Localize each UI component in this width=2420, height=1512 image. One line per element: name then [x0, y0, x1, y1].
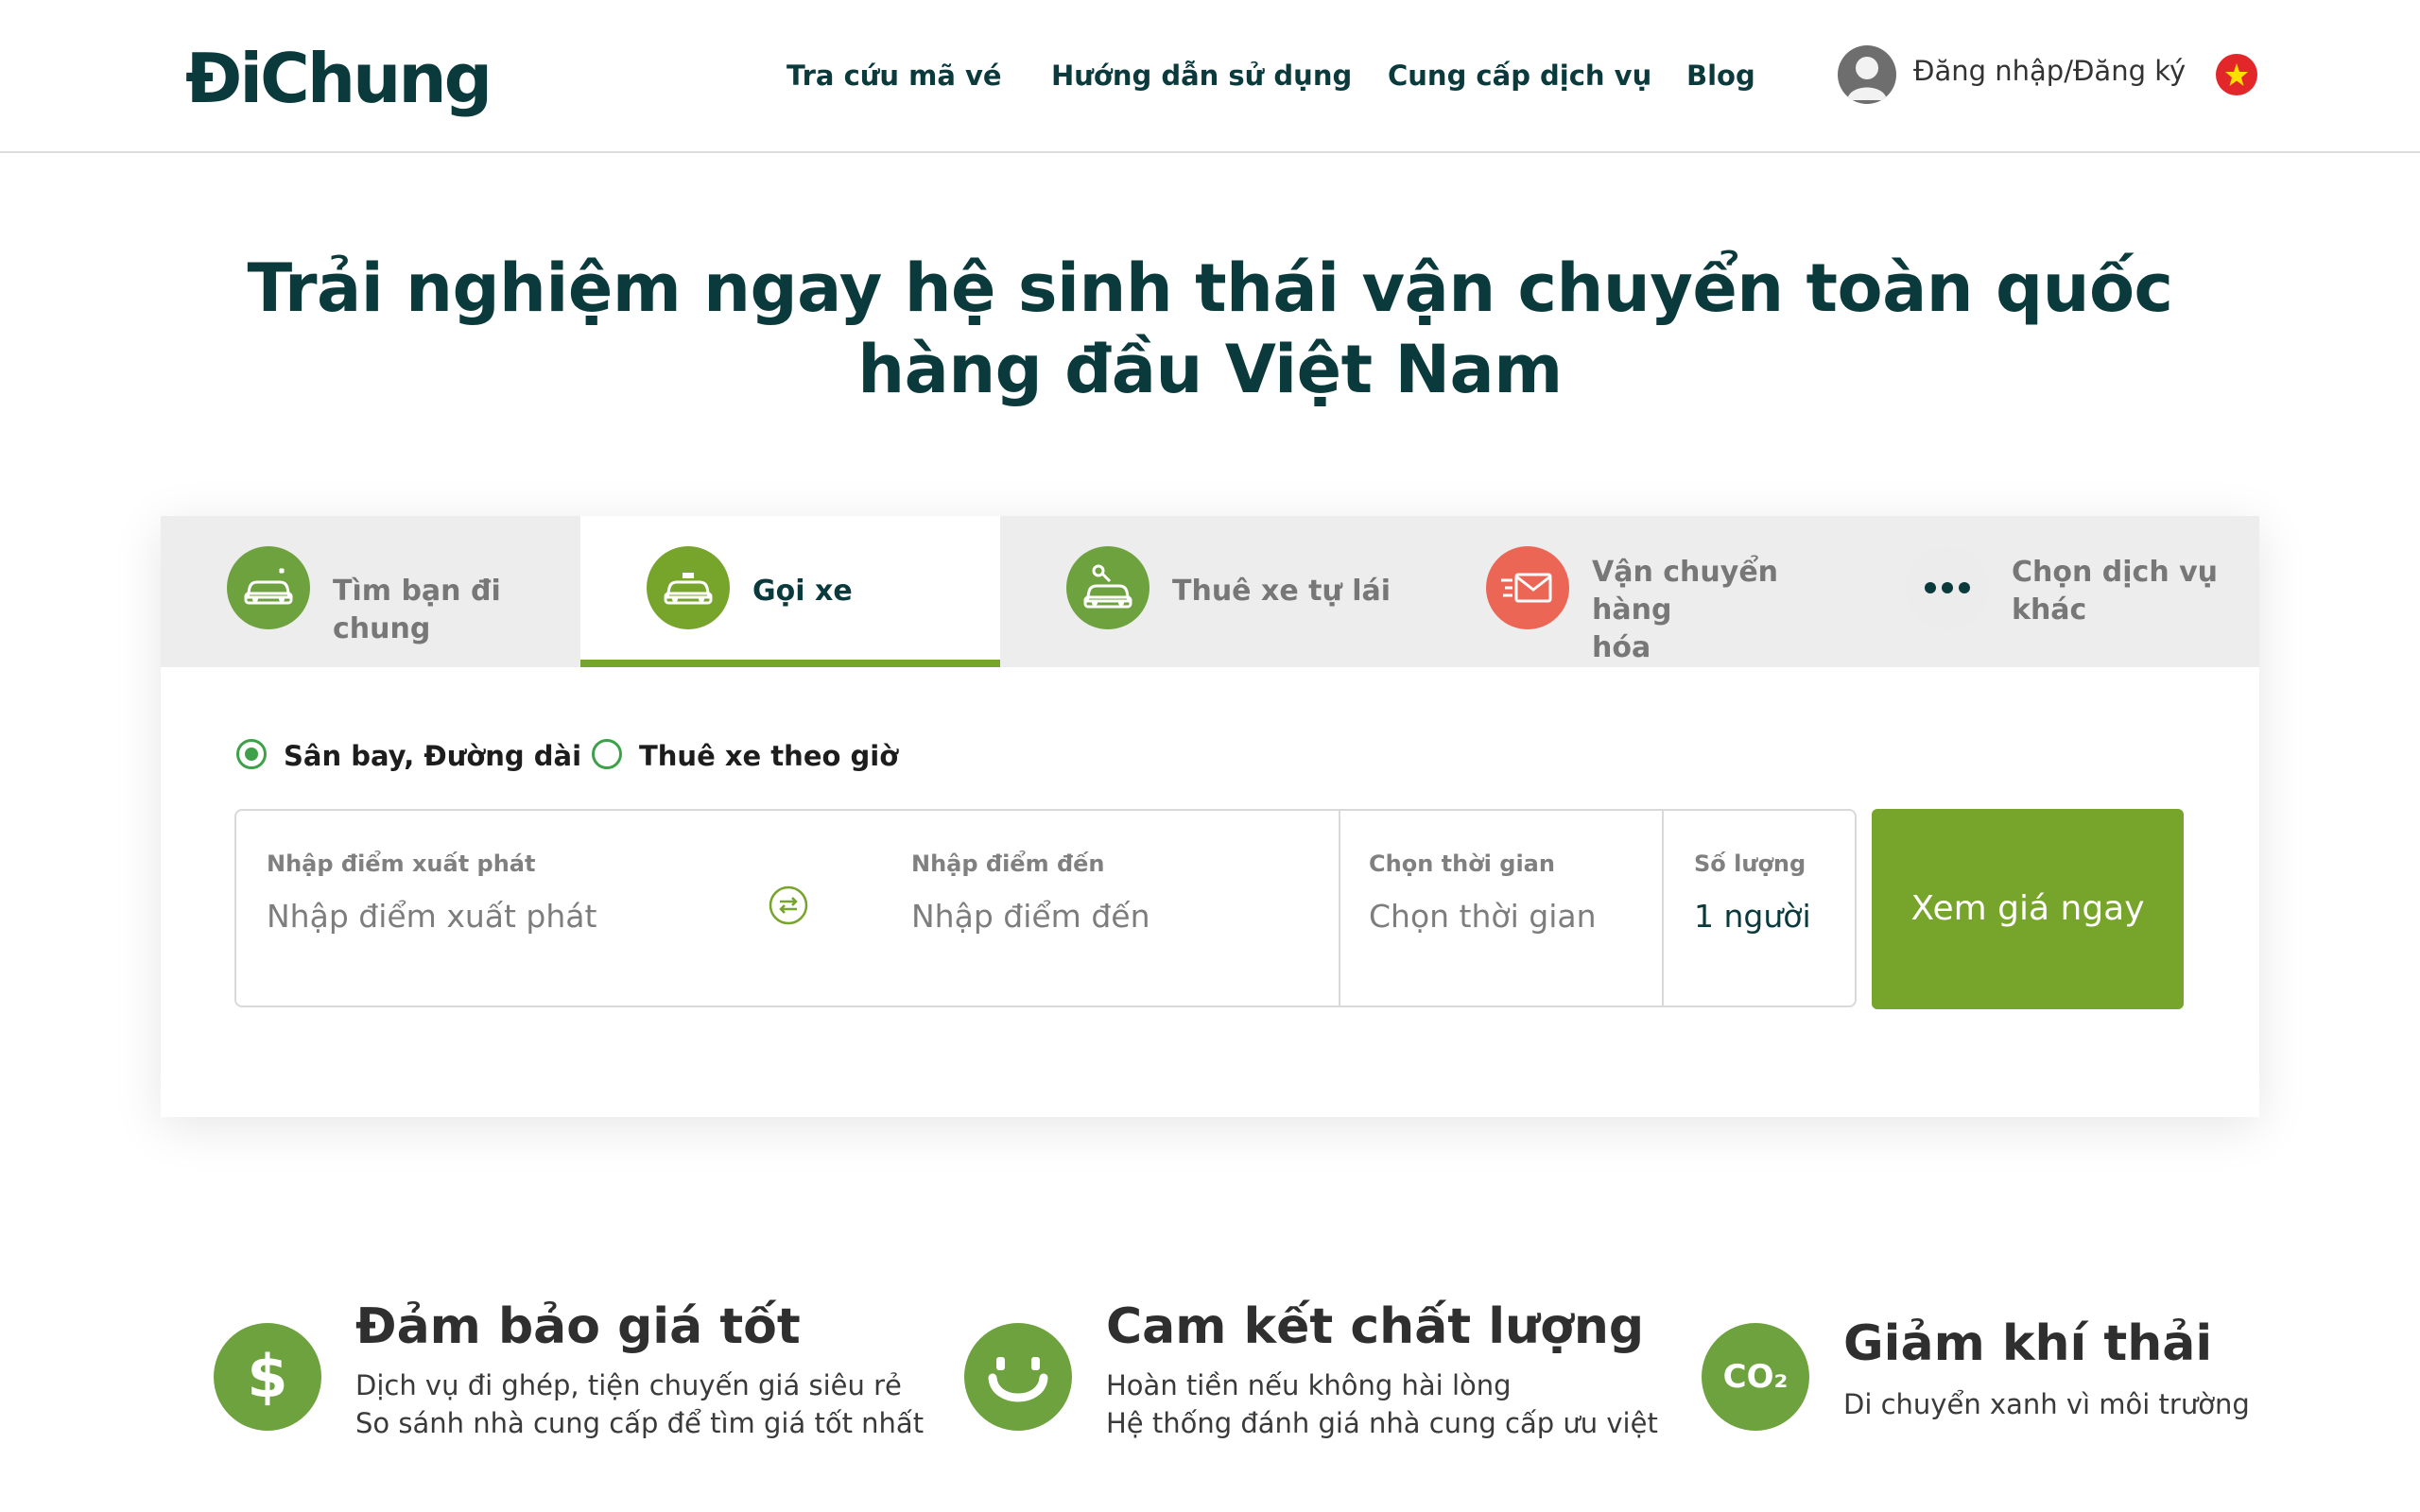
nav-user-guide[interactable]: Hướng dẫn sử dụng [1051, 55, 1352, 96]
feature-quality-line2: Hệ thống đánh giá nhà cung cấp ưu việt [1106, 1407, 1658, 1439]
quantity-field-label: Số lượng [1694, 850, 1806, 877]
taxi-icon [647, 546, 730, 629]
tab-delivery-label: Vận chuyển hàng hóa [1592, 554, 1840, 667]
dichung-logo[interactable]: ĐiChung [185, 38, 493, 119]
tab-self-drive-label: Thuê xe tự lái [1172, 575, 1392, 608]
from-field-label: Nhập điểm xuất phát [267, 850, 536, 877]
active-tab-underline [580, 660, 1000, 667]
nav-blog[interactable]: Blog [1686, 55, 1755, 96]
dollar-icon: $ [214, 1323, 321, 1431]
radio-hourly-label: Thuê xe theo giờ [639, 740, 899, 772]
tab-call-car-label: Gọi xe [752, 575, 853, 608]
tab-other-label-line1: Chọn dịch vụ [2012, 556, 2219, 589]
more-dots-icon [1906, 546, 1989, 629]
tab-delivery[interactable]: Vận chuyển hàng hóa [1420, 516, 1840, 667]
view-price-button[interactable]: Xem giá ngay [1872, 809, 2184, 1009]
tab-carpool-label: Tìm bạn đi chung [333, 575, 501, 645]
time-field-label: Chọn thời gian [1369, 850, 1555, 877]
feature-best-price-line2: So sánh nhà cung cấp để tìm giá tốt nhất [355, 1407, 925, 1439]
radio-unselected-icon [592, 739, 622, 769]
from-field[interactable]: Nhập điểm xuất phát Nhập điểm xuất phát [236, 811, 766, 1005]
co2-icon: CO₂ [1702, 1323, 1809, 1431]
feature-emissions-title: Giảm khí thải [1843, 1315, 2213, 1372]
carpool-car-icon [227, 546, 310, 629]
radio-airport-label: Sân bay, Đường dài [284, 740, 582, 772]
tab-delivery-label-line1: Vận chuyển hàng [1592, 556, 1779, 627]
to-field-input[interactable]: Nhập điểm đến [911, 898, 1150, 935]
svg-text:CO₂: CO₂ [1723, 1358, 1789, 1396]
time-field[interactable]: Chọn thời gian Chọn thời gian [1339, 811, 1662, 1005]
feature-quality-line1: Hoàn tiền nếu không hài lòng [1106, 1369, 1512, 1401]
radio-selected-icon [236, 739, 267, 769]
nav-ticket-lookup[interactable]: Tra cứu mã vé [786, 55, 1002, 96]
user-avatar-icon [1838, 45, 1896, 104]
feature-best-price-line1: Dịch vụ đi ghép, tiện chuyến giá siêu rẻ [355, 1369, 902, 1401]
nav-provide-service[interactable]: Cung cấp dịch vụ [1388, 55, 1651, 96]
vietnam-flag-icon[interactable] [2216, 54, 2257, 95]
feature-quality-title: Cam kết chất lượng [1106, 1298, 1645, 1355]
tab-carpool[interactable]: Tìm bạn đi chung [161, 516, 580, 667]
hero-headline: Trải nghiệm ngay hệ sinh thái vận chuyển… [0, 248, 2420, 410]
feature-best-price-title: Đảm bảo giá tốt [355, 1298, 801, 1355]
delivery-envelope-icon [1486, 546, 1569, 629]
hero-headline-line1: Trải nghiệm ngay hệ sinh thái vận chuyển… [247, 249, 2173, 327]
quantity-field-value[interactable]: 1 người [1694, 898, 1811, 935]
tab-other-label-line2: khác [2012, 593, 2087, 627]
to-field-label: Nhập điểm đến [911, 850, 1105, 877]
time-field-input[interactable]: Chọn thời gian [1369, 898, 1597, 935]
tab-delivery-label-line2: hóa [1592, 631, 1651, 664]
smile-icon [964, 1323, 1072, 1431]
site-header: ĐiChung Tra cứu mã vé Hướng dẫn sử dụng … [0, 0, 2420, 153]
tab-other-services[interactable]: Chọn dịch vụ khác [1840, 516, 2259, 667]
tab-other-services-label: Chọn dịch vụ khác [2012, 554, 2218, 629]
to-field[interactable]: Nhập điểm đến Nhập điểm đến [881, 811, 1193, 1005]
from-field-input[interactable]: Nhập điểm xuất phát [267, 898, 596, 935]
quantity-field[interactable]: Số lượng 1 người [1664, 811, 1853, 1005]
trip-search-form: Nhập điểm xuất phát Nhập điểm xuất phát … [234, 809, 1857, 1007]
tab-self-drive[interactable]: Thuê xe tự lái [1000, 516, 1420, 667]
svg-text:$: $ [247, 1342, 287, 1411]
login-register-label: Đăng nhập/Đăng ký [1913, 55, 2187, 87]
service-tabs: Tìm bạn đi chung Gọi xe Thuê xe tự lái V… [161, 516, 2259, 667]
hero-headline-line2: hàng đầu Việt Nam [857, 331, 1563, 408]
self-drive-car-icon [1066, 546, 1150, 629]
feature-emissions-line1: Di chuyển xanh vì môi trường [1843, 1388, 2250, 1420]
swap-locations-icon[interactable] [768, 885, 809, 926]
tab-call-car[interactable]: Gọi xe [580, 516, 1000, 667]
